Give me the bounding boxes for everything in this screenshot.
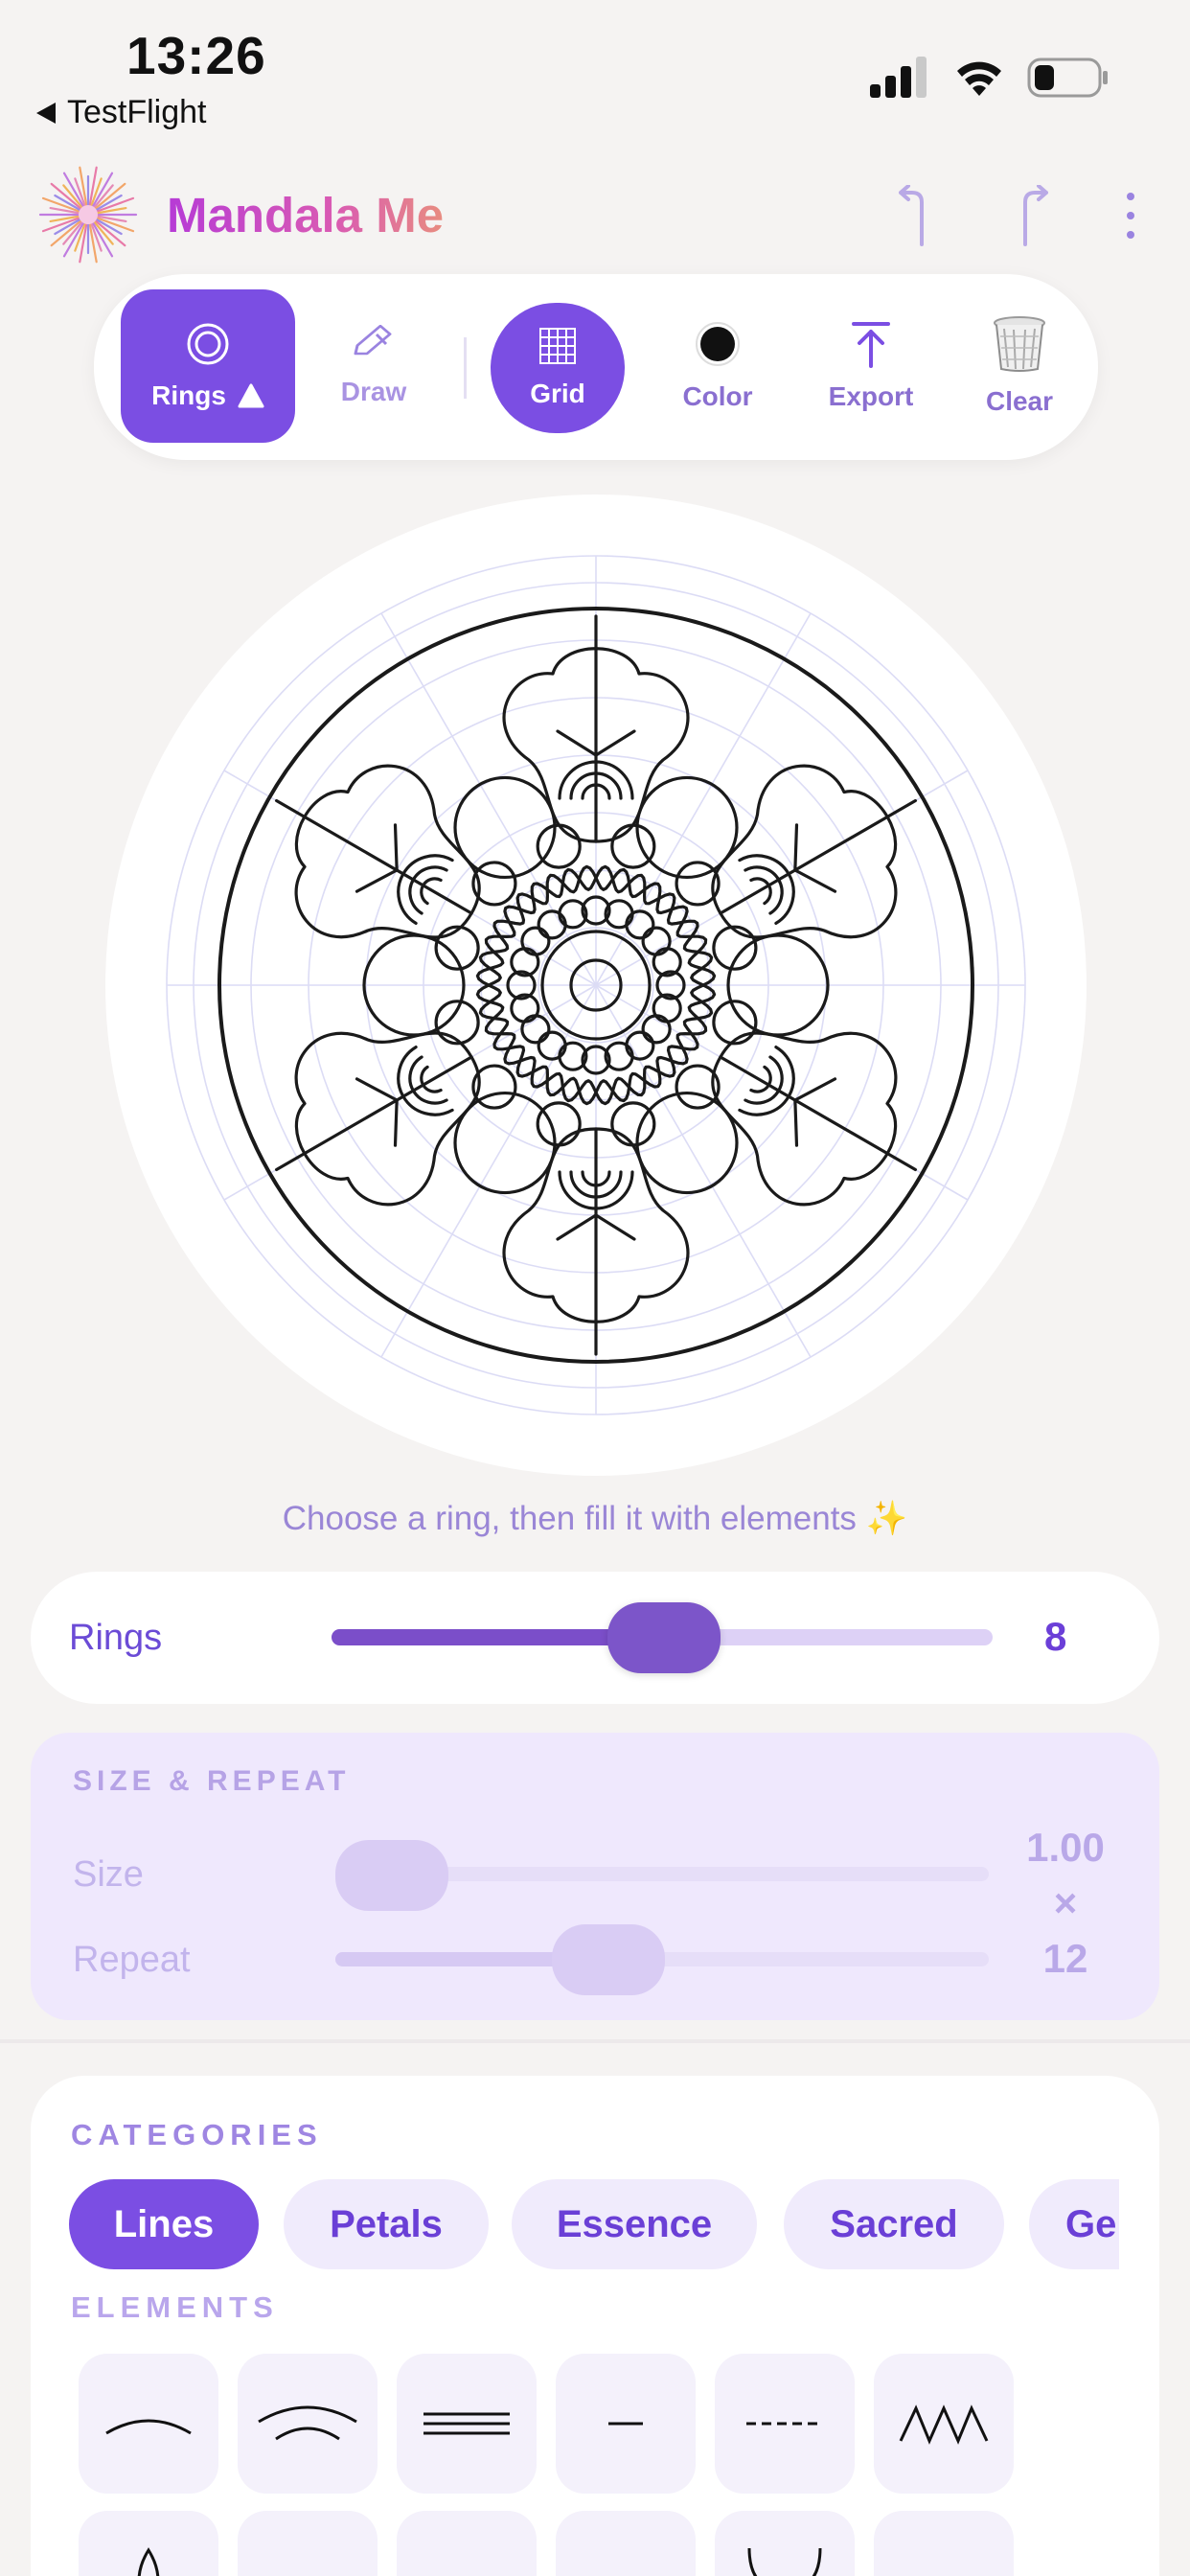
triple-line-icon — [423, 2412, 510, 2435]
redo-button[interactable] — [1000, 182, 1067, 249]
back-to-testflight[interactable]: TestFlight — [36, 94, 207, 131]
sheet-separator — [0, 2039, 1190, 2043]
status-time: 13:26 — [126, 26, 266, 85]
element-tile-cup-arc[interactable] — [715, 2511, 855, 2576]
back-arrow-icon — [36, 102, 56, 124]
element-tile-scallop-chain[interactable] — [238, 2511, 378, 2576]
tool-color-button[interactable]: Color — [646, 289, 790, 443]
size-label: Size — [73, 1854, 144, 1895]
category-chip-sacred[interactable]: Sacred — [784, 2179, 1004, 2269]
cup-arc-icon — [747, 2547, 822, 2576]
toolbar-divider — [464, 337, 467, 399]
size-repeat-title: SIZE & REPEAT — [73, 1765, 351, 1797]
times-symbol: × — [1053, 1880, 1078, 1925]
app-logo-icon — [38, 166, 138, 264]
rings-value: 8 — [1044, 1614, 1067, 1659]
tool-grid-button[interactable]: Grid — [491, 303, 625, 433]
undo-button[interactable] — [881, 182, 949, 249]
category-chip-petals[interactable]: Petals — [284, 2179, 489, 2269]
grid-icon — [539, 328, 576, 364]
rings-icon — [187, 323, 229, 365]
redo-icon — [1023, 185, 1048, 246]
element-tile-triple-line[interactable] — [397, 2354, 537, 2494]
tool-export-label: Export — [828, 381, 914, 411]
undo-icon — [899, 185, 924, 246]
category-chip-lines[interactable]: Lines — [69, 2179, 259, 2269]
scallop-chain-icon — [264, 2542, 351, 2576]
element-tile-zigzag[interactable] — [874, 2354, 1014, 2494]
element-tile-bead-chain[interactable] — [397, 2511, 537, 2576]
size-value: 1.00 — [1026, 1825, 1105, 1870]
more-vertical-icon — [1127, 193, 1134, 239]
repeat-slider-thumb[interactable] — [552, 1924, 665, 1995]
teardrop-icon — [137, 2547, 160, 2576]
arc-line-icon — [105, 2419, 192, 2435]
tool-clear-button[interactable]: Clear — [952, 289, 1087, 443]
elements-title: ELEMENTS — [71, 2290, 279, 2324]
toolbar: Rings Draw Grid Color Export Clear — [94, 274, 1098, 460]
categories-title: CATEGORIES — [71, 2118, 323, 2151]
tool-draw-label: Draw — [340, 377, 407, 406]
dashed-line-icon — [746, 2422, 823, 2426]
more-menu-button[interactable] — [1102, 182, 1159, 249]
back-app-label: TestFlight — [67, 94, 207, 130]
zigzag-icon — [899, 2404, 989, 2445]
battery-icon — [1027, 58, 1108, 98]
trash-icon — [994, 316, 1045, 372]
tool-color-label: Color — [682, 381, 753, 411]
canvas-hint: Choose a ring, then fill it with element… — [282, 1500, 908, 1537]
tool-clear-label: Clear — [985, 386, 1054, 416]
size-slider-thumb[interactable] — [335, 1840, 448, 1911]
bead-chain-icon — [422, 2542, 512, 2576]
tool-rings-label: Rings — [151, 380, 226, 410]
short-dash-icon — [608, 2422, 643, 2426]
cellular-signal-icon — [870, 57, 927, 98]
element-tile-short-dash[interactable] — [556, 2354, 696, 2494]
rings-label: Rings — [69, 1618, 163, 1658]
color-dot-icon — [696, 322, 740, 366]
repeat-label: Repeat — [73, 1940, 191, 1980]
element-tile-dashed-line[interactable] — [715, 2354, 855, 2494]
tool-rings-button[interactable]: Rings — [121, 289, 295, 443]
wifi-icon — [957, 61, 1001, 96]
category-chip-essence[interactable]: Essence — [512, 2179, 757, 2269]
element-tile-blank[interactable] — [556, 2511, 696, 2576]
repeat-value: 12 — [1042, 1936, 1088, 1981]
element-tile-double-arc[interactable] — [238, 2354, 378, 2494]
category-chip-ge[interactable]: Ge — [1029, 2179, 1119, 2269]
tool-export-button[interactable]: Export — [799, 289, 943, 443]
pencil-icon — [354, 325, 392, 356]
tool-grid-label: Grid — [530, 379, 585, 408]
app-title: Mandala Me — [167, 188, 445, 242]
element-tile-teardrop[interactable] — [79, 2511, 218, 2576]
double-arc-icon — [258, 2405, 357, 2441]
export-icon — [852, 322, 890, 368]
mandala-drawing[interactable] — [105, 494, 1087, 1476]
warning-triangle-icon — [238, 383, 264, 408]
rings-slider-thumb[interactable] — [607, 1602, 721, 1673]
element-tile-arc[interactable] — [79, 2354, 218, 2494]
element-tile-blank-2[interactable] — [874, 2511, 1014, 2576]
tool-draw-button[interactable]: Draw — [307, 289, 441, 443]
elements-row-2 — [0, 2492, 1190, 2576]
